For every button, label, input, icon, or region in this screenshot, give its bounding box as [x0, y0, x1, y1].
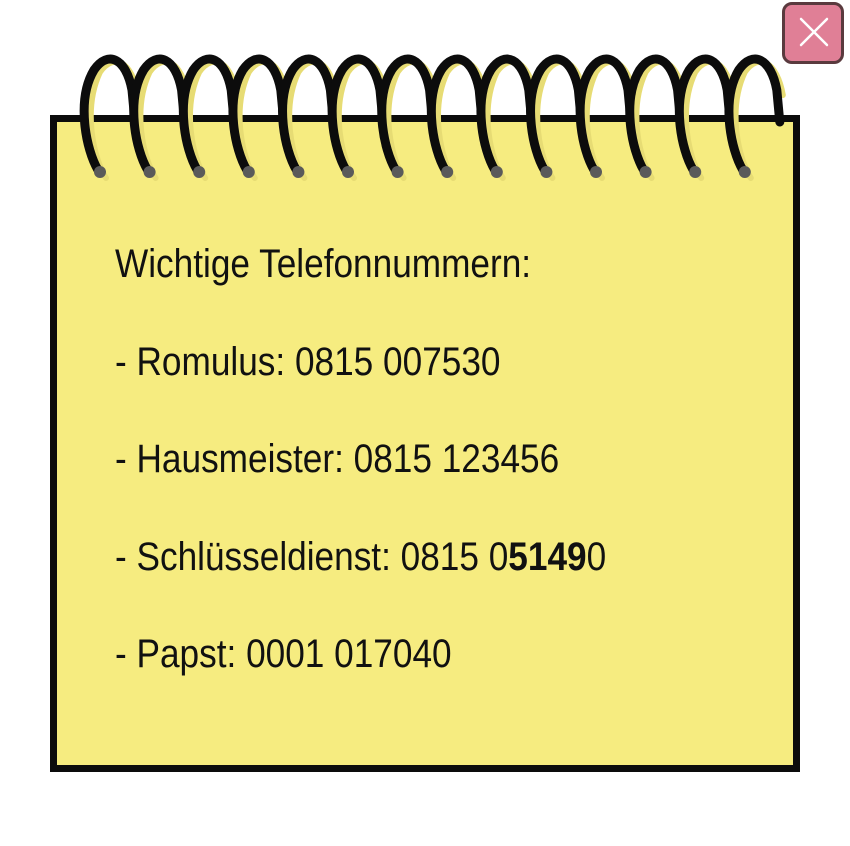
note-content: Wichtige Telefonnummern: - Romulus: 0815… — [115, 240, 606, 728]
note-heading: Wichtige Telefonnummern: — [115, 242, 532, 286]
phone-entry-papst: - Papst: 0001 017040 — [115, 632, 452, 676]
close-icon — [799, 17, 829, 47]
close-button[interactable] — [782, 2, 844, 64]
phone-entry-romulus: - Romulus: 0815 007530 — [115, 339, 501, 384]
phone-entry-prefix: - Schlüsseldienst: 0815 0 — [115, 534, 509, 579]
phone-entry-hausmeister: - Hausmeister: 0815 123456 — [115, 437, 560, 481]
phone-entry-suffix: 0 — [586, 534, 607, 579]
phone-entry-schluesseldienst: - Schlüsseldienst: 0815 051490 — [115, 533, 606, 581]
highlighted-digits: 5149 — [508, 534, 587, 579]
